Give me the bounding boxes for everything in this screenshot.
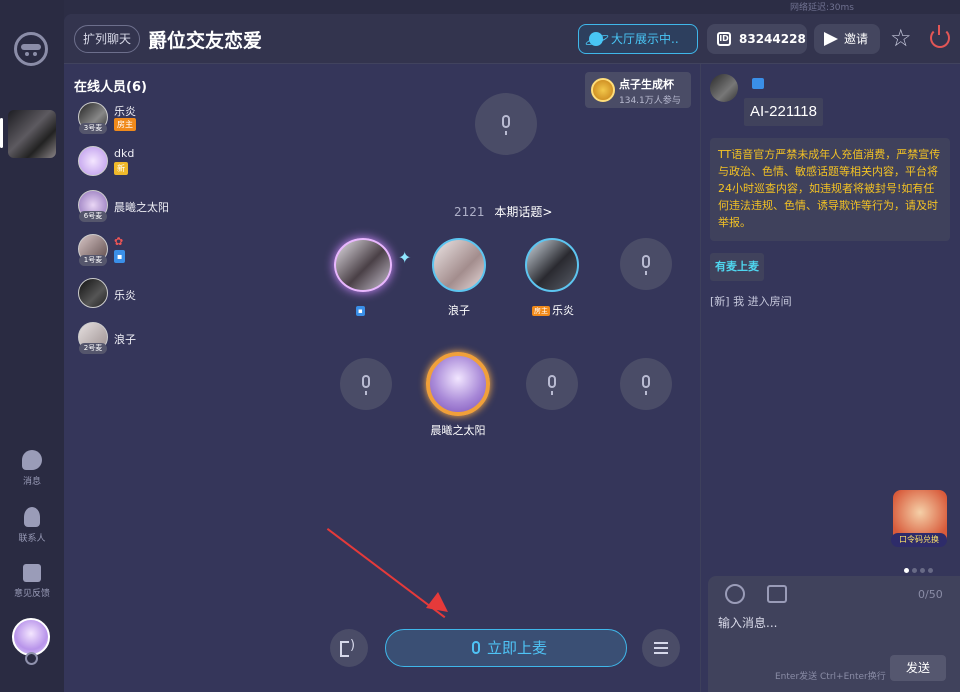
- system-join-message: [新] 我 进入房间: [710, 295, 792, 308]
- mic-icon: [642, 255, 650, 275]
- menu-button[interactable]: [642, 629, 680, 667]
- seat-guard-badge: ▪: [356, 306, 365, 316]
- exit-power-icon[interactable]: [930, 25, 950, 48]
- couple-link-icon: ✦: [398, 248, 412, 267]
- latency-label: 网络延迟:30ms: [790, 3, 854, 13]
- image-icon[interactable]: [767, 585, 787, 603]
- mic-icon: [502, 115, 510, 135]
- chat-message: AI-221118: [744, 98, 823, 126]
- sidebar-item-feedback[interactable]: 意见反馈: [0, 564, 64, 599]
- official-notice: TT语音官方严禁未成年人充值消费，严禁宣传与政治、色情、敏感话题等相关内容，平台…: [710, 138, 950, 241]
- invite-label: 邀请: [844, 32, 869, 46]
- join-mic-label: 立即上麦: [486, 639, 547, 657]
- guard-badge: [752, 78, 764, 89]
- hall-display-button[interactable]: 大厅展示中..: [578, 24, 698, 54]
- mic-icon: [472, 641, 480, 654]
- hall-display-label: 大厅展示中..: [611, 32, 679, 46]
- seat-avatar-1[interactable]: [334, 238, 392, 292]
- invite-button[interactable]: 邀请: [814, 24, 880, 54]
- room-thumbnail[interactable]: [8, 110, 56, 158]
- member-item[interactable]: 1号麦 ✿ ▪: [78, 234, 238, 266]
- mic-number-badge: 6号麦: [79, 211, 107, 222]
- feedback-icon: [23, 564, 41, 582]
- send-hint: Enter发送 Ctrl+Enter换行: [775, 672, 886, 682]
- char-counter: 0/50: [918, 588, 943, 601]
- app-logo-icon[interactable]: [14, 32, 48, 66]
- sidebar-item-label: 意见反馈: [13, 589, 50, 599]
- member-item[interactable]: 3号麦 乐炎 房主: [78, 102, 238, 134]
- member-name: dkd: [114, 147, 135, 160]
- owner-badge: 房主: [114, 118, 136, 131]
- topic-link[interactable]: 本期话题>: [494, 205, 552, 219]
- volume-button[interactable]: [330, 629, 368, 667]
- seat-empty-5[interactable]: [340, 358, 392, 410]
- seat-avatar-6[interactable]: [426, 352, 490, 416]
- topic-bar: 2121 本期话题>: [454, 203, 552, 220]
- join-mic-button[interactable]: 立即上麦: [385, 629, 627, 667]
- seat-empty-4[interactable]: [620, 238, 672, 290]
- topic-count: 2121: [454, 205, 485, 219]
- sidebar-item-label: 联系人: [18, 534, 46, 544]
- member-item[interactable]: 乐炎: [78, 278, 238, 310]
- seat-avatar-3[interactable]: [525, 238, 579, 292]
- cup-title: 点子生成杯: [619, 78, 674, 91]
- mic-number-badge: 3号麦: [79, 123, 107, 134]
- sidebar-item-contacts[interactable]: 联系人: [0, 507, 64, 544]
- owner-badge: 房主: [532, 306, 550, 316]
- mic-icon: [548, 375, 556, 395]
- id-icon: ID: [717, 32, 731, 46]
- member-item[interactable]: 2号麦 浪子: [78, 322, 238, 354]
- cup-icon: [591, 78, 615, 102]
- member-item[interactable]: dkd 新: [78, 146, 238, 178]
- cup-participants: 134.1万人参与: [619, 96, 681, 106]
- contact-icon: [24, 507, 40, 527]
- avatar: [78, 278, 108, 308]
- new-badge: 新: [114, 162, 128, 175]
- mic-number-badge: 2号麦: [79, 343, 107, 354]
- active-room-indicator: [0, 118, 3, 148]
- settings-gear-icon[interactable]: [25, 652, 38, 665]
- expand-chat-button[interactable]: 扩列聊天: [74, 25, 140, 53]
- share-icon: [824, 32, 838, 46]
- member-name: 乐炎: [114, 105, 136, 118]
- mic-number-badge: 1号麦: [79, 255, 107, 266]
- member-name: 晨曦之太阳: [114, 201, 169, 214]
- guard-badge: ▪: [114, 250, 126, 263]
- chat-input[interactable]: [718, 612, 938, 634]
- sidebar-item-label: 消息: [22, 477, 41, 487]
- room-id-button[interactable]: ID 83244228: [707, 24, 807, 54]
- my-avatar[interactable]: [12, 618, 50, 656]
- sidebar-item-messages[interactable]: 消息: [0, 450, 64, 487]
- planet-icon: [589, 32, 603, 46]
- gift-icon: ✿: [114, 235, 124, 248]
- seat-empty-8[interactable]: [620, 358, 672, 410]
- onmic-button[interactable]: 有麦上麦: [710, 253, 764, 281]
- favorite-star-icon[interactable]: ☆: [890, 26, 912, 50]
- host-seat-empty[interactable]: [475, 93, 537, 155]
- send-button[interactable]: 发送: [890, 655, 946, 681]
- mic-icon: [362, 375, 370, 395]
- carousel-dots[interactable]: [904, 558, 936, 577]
- cup-event-card[interactable]: 点子生成杯 134.1万人参与: [585, 72, 691, 108]
- message-icon: [22, 450, 42, 470]
- seat-avatar-2[interactable]: [432, 238, 486, 292]
- room-id-value: 83244228: [739, 32, 806, 46]
- seat-name-3: 房主 乐炎: [528, 302, 578, 318]
- online-members-title: 在线人员(6): [74, 80, 147, 95]
- seat-empty-7[interactable]: [526, 358, 578, 410]
- mic-icon: [642, 375, 650, 395]
- seat-name-6: 晨曦之太阳: [430, 424, 486, 437]
- seat-name-2: 浪子: [448, 304, 470, 317]
- avatar: [78, 146, 108, 176]
- member-item[interactable]: 6号麦 晨曦之太阳: [78, 190, 238, 222]
- member-name: 乐炎: [114, 289, 136, 302]
- chat-avatar[interactable]: [710, 74, 738, 102]
- room-title: 爵位交友恋爱: [148, 31, 263, 52]
- emoji-icon[interactable]: [725, 584, 745, 604]
- seat-name-3-text: 乐炎: [552, 304, 574, 317]
- promo-label[interactable]: 口令码兑换: [891, 533, 947, 547]
- member-name: 浪子: [114, 333, 136, 346]
